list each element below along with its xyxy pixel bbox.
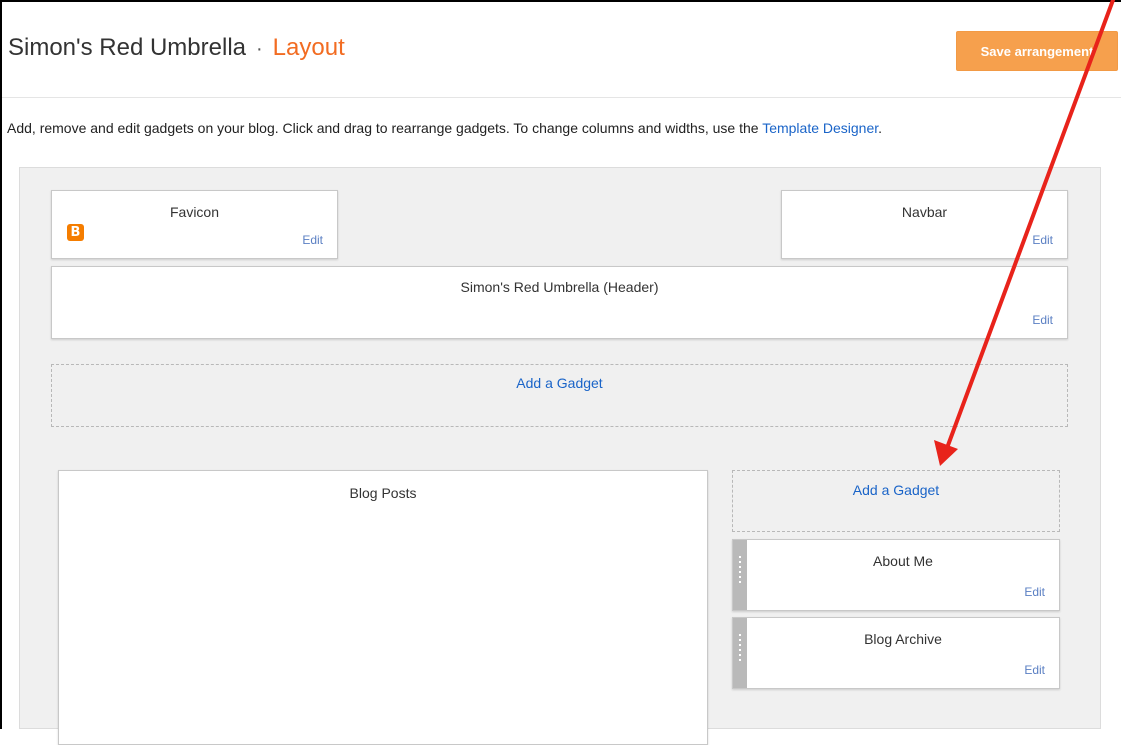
favicon-title: Favicon	[169, 204, 220, 220]
window-border-left	[0, 0, 2, 729]
about-me-drag-handle[interactable]	[733, 540, 747, 610]
header-gadget[interactable]: Simon's Red Umbrella (Header) Edit	[51, 266, 1068, 339]
blog-archive-drag-handle[interactable]	[733, 618, 747, 688]
navbar-title: Navbar	[901, 204, 948, 220]
section-name: Layout	[272, 34, 345, 61]
navbar-gadget[interactable]: Navbar Edit	[781, 190, 1068, 259]
add-gadget-main-label[interactable]: Add a Gadget	[52, 375, 1067, 391]
layout-page: Simon's Red Umbrella · Layout Save arrange…	[0, 0, 1121, 745]
about-me-gadget[interactable]: About Me Edit	[732, 539, 1060, 611]
template-designer-link[interactable]: Template Designer	[762, 120, 878, 136]
add-gadget-sidebar-label[interactable]: Add a Gadget	[733, 482, 1059, 498]
save-arrangement-button[interactable]: Save arrangement	[956, 31, 1118, 71]
blog-posts-title: Blog Posts	[349, 485, 417, 501]
header-divider	[2, 97, 1121, 98]
about-me-title: About Me	[873, 553, 933, 569]
navbar-edit-link[interactable]: Edit	[1032, 233, 1053, 247]
blog-posts-gadget[interactable]: Blog Posts	[58, 470, 708, 745]
favicon-edit-link[interactable]: Edit	[302, 233, 323, 247]
blog-name: Simon's Red Umbrella	[8, 34, 246, 61]
title-separator: ·	[256, 38, 263, 60]
page-title: Simon's Red Umbrella · Layout	[8, 34, 345, 62]
window-border-top	[0, 0, 1121, 2]
add-gadget-sidebar[interactable]: Add a Gadget	[732, 470, 1060, 532]
favicon-gadget[interactable]: Favicon B Edit	[51, 190, 338, 259]
description-text: Add, remove and edit gadgets on your blo…	[7, 120, 763, 136]
description-end: .	[878, 120, 883, 136]
blog-archive-gadget[interactable]: Blog Archive Edit	[732, 617, 1060, 689]
layout-description: Add, remove and edit gadgets on your blo…	[7, 120, 882, 136]
blog-archive-title: Blog Archive	[864, 631, 942, 647]
add-gadget-main[interactable]: Add a Gadget	[51, 364, 1068, 427]
blogger-icon: B	[67, 224, 84, 241]
header-gadget-title: Simon's Red Umbrella (Header)	[460, 279, 659, 295]
blog-archive-edit-link[interactable]: Edit	[1024, 663, 1045, 677]
about-me-edit-link[interactable]: Edit	[1024, 585, 1045, 599]
header-edit-link[interactable]: Edit	[1032, 313, 1053, 327]
